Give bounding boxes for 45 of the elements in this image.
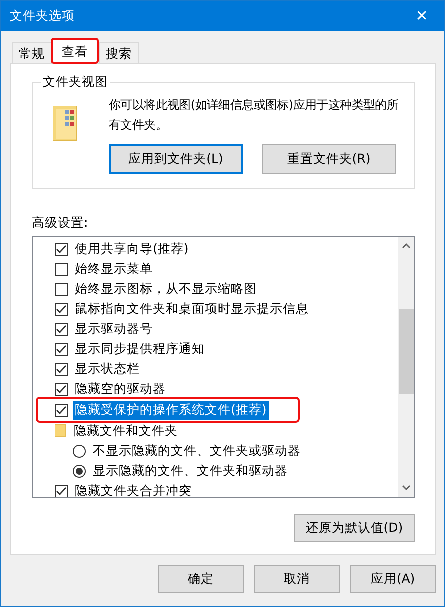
dialog-button[interactable]: 取消	[254, 565, 340, 593]
restore-defaults-button[interactable]: 还原为默认值(D)	[294, 514, 415, 542]
folder-icon	[55, 424, 67, 438]
scroll-up-icon[interactable]	[402, 243, 410, 249]
group-title: 文件夹视图	[41, 74, 110, 91]
tab[interactable]: 查看	[52, 39, 98, 63]
checkbox[interactable]	[55, 362, 68, 376]
checkbox[interactable]	[55, 262, 68, 276]
setting-label[interactable]: 不显示隐藏的文件、文件夹或驱动器	[91, 442, 303, 460]
setting-label[interactable]: 鼠标指向文件夹和桌面项时显示提示信息	[73, 300, 311, 318]
setting-label[interactable]: 始终显示菜单	[73, 260, 155, 278]
checkbox[interactable]	[55, 282, 68, 296]
checkbox[interactable]	[55, 322, 68, 336]
dialog-button[interactable]: 确定	[158, 565, 244, 593]
section-label: 高级设置:	[32, 215, 90, 232]
dialog-button[interactable]: 应用(A)	[350, 565, 436, 593]
checkbox[interactable]	[55, 404, 68, 416]
group-label: 隐藏文件和文件夹	[73, 422, 179, 440]
description-text: 你可以将此视图(如详细信息或图标)应用于这种类型的所有文件夹。	[109, 97, 400, 134]
setting-label[interactable]: 显示状态栏	[73, 360, 142, 378]
scroll-thumb[interactable]	[398, 309, 414, 394]
setting-label[interactable]: 隐藏受保护的操作系统文件(推荐)	[73, 400, 269, 420]
setting-label[interactable]: 显示隐藏的文件、文件夹和驱动器	[91, 462, 290, 480]
setting-label[interactable]: 显示驱动器号	[73, 320, 155, 338]
radio-button[interactable]	[73, 464, 86, 478]
scrollbar[interactable]	[398, 237, 414, 497]
close-button[interactable]: ✕	[400, 1, 444, 31]
tab[interactable]: 搜索	[99, 42, 139, 63]
setting-label[interactable]: 隐藏空的驱动器	[73, 380, 168, 398]
radio-button[interactable]	[73, 444, 86, 458]
checkbox[interactable]	[55, 382, 68, 396]
setting-label[interactable]: 始终显示图标，从不显示缩略图	[73, 280, 259, 298]
checkbox[interactable]	[55, 342, 68, 356]
scroll-down-icon[interactable]	[402, 485, 410, 491]
window-title: 文件夹选项	[10, 8, 75, 24]
folder-view-button[interactable]: 重置文件夹(R)	[262, 144, 396, 174]
folder-icon	[53, 106, 79, 142]
folder-view-button[interactable]: 应用到文件夹(L)	[109, 144, 243, 174]
setting-label[interactable]: 隐藏文件夹合并冲突	[73, 482, 194, 497]
setting-label[interactable]: 显示同步提供程序通知	[73, 340, 207, 358]
checkbox[interactable]	[55, 484, 68, 497]
setting-label[interactable]: 使用共享向导(推荐)	[73, 240, 191, 258]
checkbox[interactable]	[55, 302, 68, 316]
tab[interactable]: 常规	[12, 42, 52, 63]
checkbox[interactable]	[55, 242, 68, 256]
